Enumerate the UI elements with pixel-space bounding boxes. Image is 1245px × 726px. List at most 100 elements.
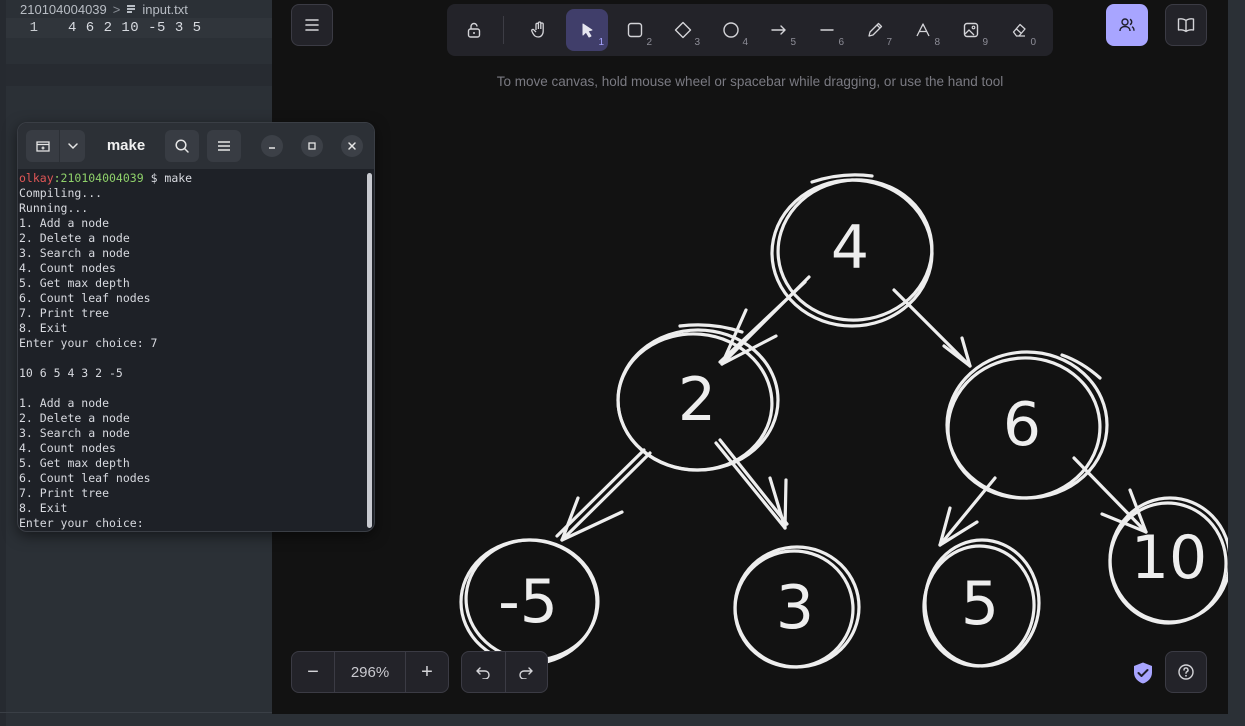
editor-panel-band [6, 64, 272, 86]
tree-drawing[interactable]: 4 2 6 -5 3 5 1 0 [272, 0, 1228, 714]
shield-check-icon[interactable] [1132, 661, 1154, 685]
tool-image[interactable]: 9 [950, 9, 992, 51]
terminal-lines: Compiling... Running... 1. Add a node 2. De… [19, 186, 368, 531]
terminal-line: 8. Exit [19, 321, 68, 335]
pencil-icon [868, 22, 883, 37]
line-content[interactable]: 4 6 2 10 -5 3 5 [42, 20, 202, 36]
tool-text[interactable]: 8 [902, 9, 944, 51]
terminal-header[interactable]: make [18, 123, 374, 169]
terminal-scrollbar[interactable] [367, 173, 372, 528]
breadcrumb-separator: > [112, 1, 121, 17]
zoom-in-button[interactable]: + [406, 652, 448, 692]
tool-draw[interactable]: 7 [854, 9, 896, 51]
maximize-button[interactable] [301, 135, 323, 157]
terminal-line: 7. Print tree [19, 486, 110, 500]
terminal-line: 6. Count leaf nodes [19, 471, 151, 485]
terminal-search-button[interactable] [165, 130, 199, 162]
node-label-6: 6 [1003, 390, 1041, 460]
tool-shortcut: 9 [982, 37, 988, 48]
prompt-path: :210104004039 [53, 171, 144, 185]
arrow-2-to-neg5[interactable] [555, 448, 652, 542]
hamburger-icon [305, 19, 319, 31]
terminal-line: 1. Add a node [19, 216, 110, 230]
tool-shortcut: 7 [886, 37, 892, 48]
breadcrumb-file[interactable]: input.txt [142, 2, 188, 17]
tool-shortcut: 2 [646, 37, 652, 48]
terminal-line: 2. Delete a node [19, 411, 130, 425]
terminal-line: 3. Search a node [19, 426, 130, 440]
arrow-6-to-10[interactable] [1072, 456, 1148, 534]
tool-shortcut: 6 [838, 37, 844, 48]
terminal-line: 8. Exit [19, 501, 68, 515]
tool-shortcut: 0 [1030, 37, 1036, 48]
arrow-6-to-5[interactable] [938, 476, 997, 547]
tool-line[interactable]: 6 [806, 9, 848, 51]
prompt-user: olkay [19, 171, 54, 185]
zoom-reset-button[interactable]: 296% [334, 652, 406, 692]
redo-button[interactable] [504, 652, 548, 692]
undo-icon [476, 667, 490, 679]
circle-icon [723, 22, 739, 38]
tool-rectangle[interactable]: 2 [614, 9, 656, 51]
hand-icon [531, 21, 544, 38]
drawing-canvas[interactable]: 4 2 6 -5 3 5 1 0 1 2 3 4 5 6 7 8 9 0 To m… [272, 0, 1228, 714]
arrow-4-to-2[interactable] [718, 275, 811, 366]
line-icon [820, 29, 834, 31]
terminal-line: Enter your choice: 7 [19, 336, 158, 350]
tool-shortcut: 4 [742, 37, 748, 48]
editor-gutter [0, 0, 6, 726]
terminal-output[interactable]: olkay:210104004039 $ make Compiling... Run… [18, 170, 368, 531]
terminal-line: 5. Get max depth [19, 276, 130, 290]
terminal-line: 1. Add a node [19, 396, 110, 410]
library-button[interactable] [1165, 4, 1207, 46]
tool-eraser[interactable]: 0 [998, 9, 1040, 51]
line-number: 1 [29, 20, 38, 36]
tool-shortcut: 8 [934, 37, 940, 48]
tool-diamond[interactable]: 3 [662, 9, 704, 51]
rectangle-icon [627, 22, 643, 38]
arrow-4-to-6[interactable] [892, 288, 972, 368]
text-file-icon [126, 4, 136, 14]
minimize-icon [269, 147, 275, 149]
tool-shortcut: 3 [694, 37, 700, 48]
node-label-5: 5 [961, 569, 999, 639]
undo-button[interactable] [462, 652, 505, 692]
breadcrumb-folder[interactable]: 210104004039 [20, 2, 107, 17]
shape-toolbar: 1 2 3 4 5 6 7 8 9 0 [447, 4, 1053, 56]
zoom-out-button[interactable]: − [292, 652, 334, 692]
tool-ellipse[interactable]: 4 [710, 9, 752, 51]
minimize-button[interactable] [261, 135, 283, 157]
terminal-title: make [106, 137, 146, 154]
code-line[interactable]: 1 4 6 2 10 -5 3 5 [6, 18, 272, 38]
terminal-line: 7. Print tree [19, 306, 110, 320]
tool-selection[interactable]: 1 [566, 9, 608, 51]
terminal-line: Running... [19, 201, 89, 215]
arrow-icon [771, 25, 786, 35]
terminal-line: 6. Count leaf nodes [19, 291, 151, 305]
terminal-line: 10 6 5 4 3 2 -5 [19, 366, 123, 380]
terminal-line: Enter your choice: [19, 516, 144, 530]
main-menu-button[interactable] [291, 4, 333, 46]
help-button[interactable] [1165, 651, 1207, 693]
terminal-window[interactable]: make olkay:210104004039 $ make Compiling.… [17, 122, 375, 532]
zoom-controls: − 296% + [291, 651, 449, 693]
editor-divider [0, 712, 272, 713]
terminal-line: 4. Count nodes [19, 441, 116, 455]
window-border-bottom [272, 714, 1245, 726]
search-icon [175, 139, 189, 153]
node-label-2: 2 [678, 365, 716, 435]
maximize-icon [308, 142, 316, 150]
terminal-menu-button[interactable] [207, 130, 241, 162]
tool-lock[interactable] [453, 9, 495, 51]
close-icon [348, 142, 356, 150]
collaborate-button[interactable] [1106, 4, 1148, 46]
tool-hand[interactable] [518, 9, 560, 51]
node-label-neg5: -5 [498, 567, 558, 637]
breadcrumb: 210104004039 > input.txt [20, 1, 188, 17]
close-button[interactable] [341, 135, 363, 157]
unlock-icon [467, 22, 481, 38]
pointer-icon [582, 23, 593, 38]
tool-arrow[interactable]: 5 [758, 9, 800, 51]
